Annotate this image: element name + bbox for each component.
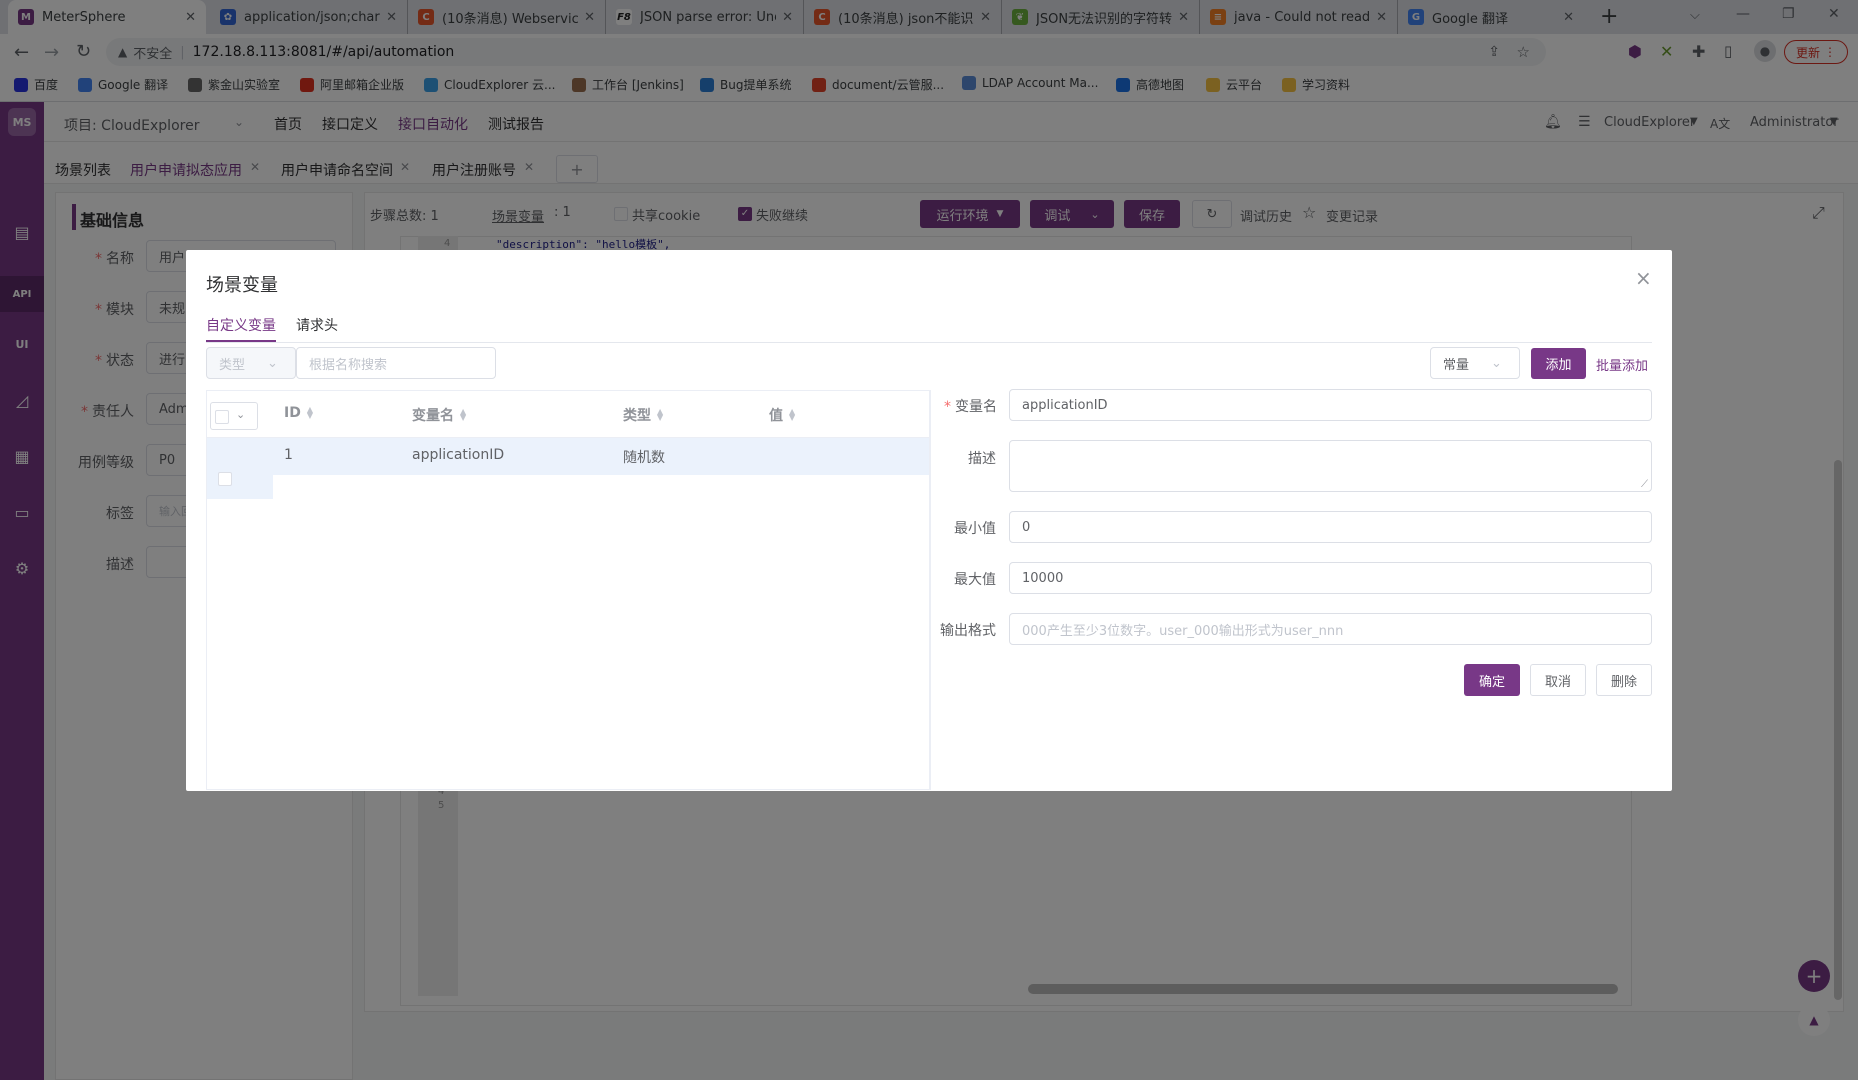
variable-desc-label: 描述 (968, 451, 996, 467)
variable-name-input[interactable]: applicationID (1009, 389, 1652, 421)
table-header (207, 391, 929, 438)
chevron-down-icon: ⌄ (1491, 355, 1502, 371)
resize-handle-icon[interactable]: ⟋ (1641, 479, 1648, 490)
confirm-button[interactable]: 确定 (1464, 664, 1520, 696)
dialog-title: 场景变量 (206, 275, 278, 296)
column-header-name[interactable]: 变量名 ▲ ▼ (412, 405, 466, 425)
column-header-type[interactable]: 类型 ▲ ▼ (623, 405, 663, 425)
panel-divider (930, 390, 931, 790)
column-header-id[interactable]: ID ▲ ▼ (284, 405, 313, 421)
constant-select[interactable]: 常量 ⌄ (1430, 347, 1520, 379)
row-checkbox[interactable] (218, 472, 232, 486)
max-value-label: 最大值 (954, 572, 996, 588)
name-search-input[interactable]: 根据名称搜索 (296, 347, 496, 379)
batch-add-link[interactable]: 批量添加 (1596, 355, 1648, 374)
sort-icon: ▲ ▼ (460, 407, 467, 422)
sort-icon: ▲ ▼ (306, 405, 313, 420)
select-all-checkbox[interactable] (215, 410, 229, 424)
tabs-divider (206, 342, 1652, 343)
sort-icon: ▲ ▼ (789, 407, 796, 422)
output-format-label: 输出格式 (940, 623, 996, 639)
variable-desc-textarea[interactable] (1009, 440, 1652, 492)
min-value-input[interactable]: 0 (1009, 511, 1652, 543)
max-value-input[interactable]: 10000 (1009, 562, 1652, 594)
column-header-value[interactable]: 值 ▲ ▼ (769, 405, 795, 425)
min-value-label: 最小值 (954, 521, 996, 537)
table-row[interactable] (207, 438, 929, 475)
cell-name: applicationID (412, 447, 505, 463)
sort-icon: ▲ ▼ (657, 407, 664, 422)
chevron-down-icon: ⌄ (236, 408, 246, 421)
cell-id: 1 (284, 447, 293, 463)
delete-button[interactable]: 删除 (1596, 664, 1652, 696)
tab-request-headers[interactable]: 请求头 (296, 315, 338, 335)
tab-custom-variables[interactable]: 自定义变量 (206, 315, 276, 335)
cell-type: 随机数 (623, 450, 665, 466)
chevron-down-icon: ⌄ (267, 355, 278, 371)
add-variable-button[interactable]: 添加 (1531, 348, 1586, 379)
output-format-input[interactable]: 000产生至少3位数字。user_000输出形式为user_nnn (1009, 613, 1652, 645)
row-selection-cell (207, 475, 273, 499)
type-filter-select[interactable]: 类型 ⌄ (206, 347, 296, 379)
dialog-close-icon[interactable]: × (1635, 266, 1652, 290)
variable-name-label: * 变量名 (944, 399, 997, 415)
cancel-button[interactable]: 取消 (1530, 664, 1586, 696)
